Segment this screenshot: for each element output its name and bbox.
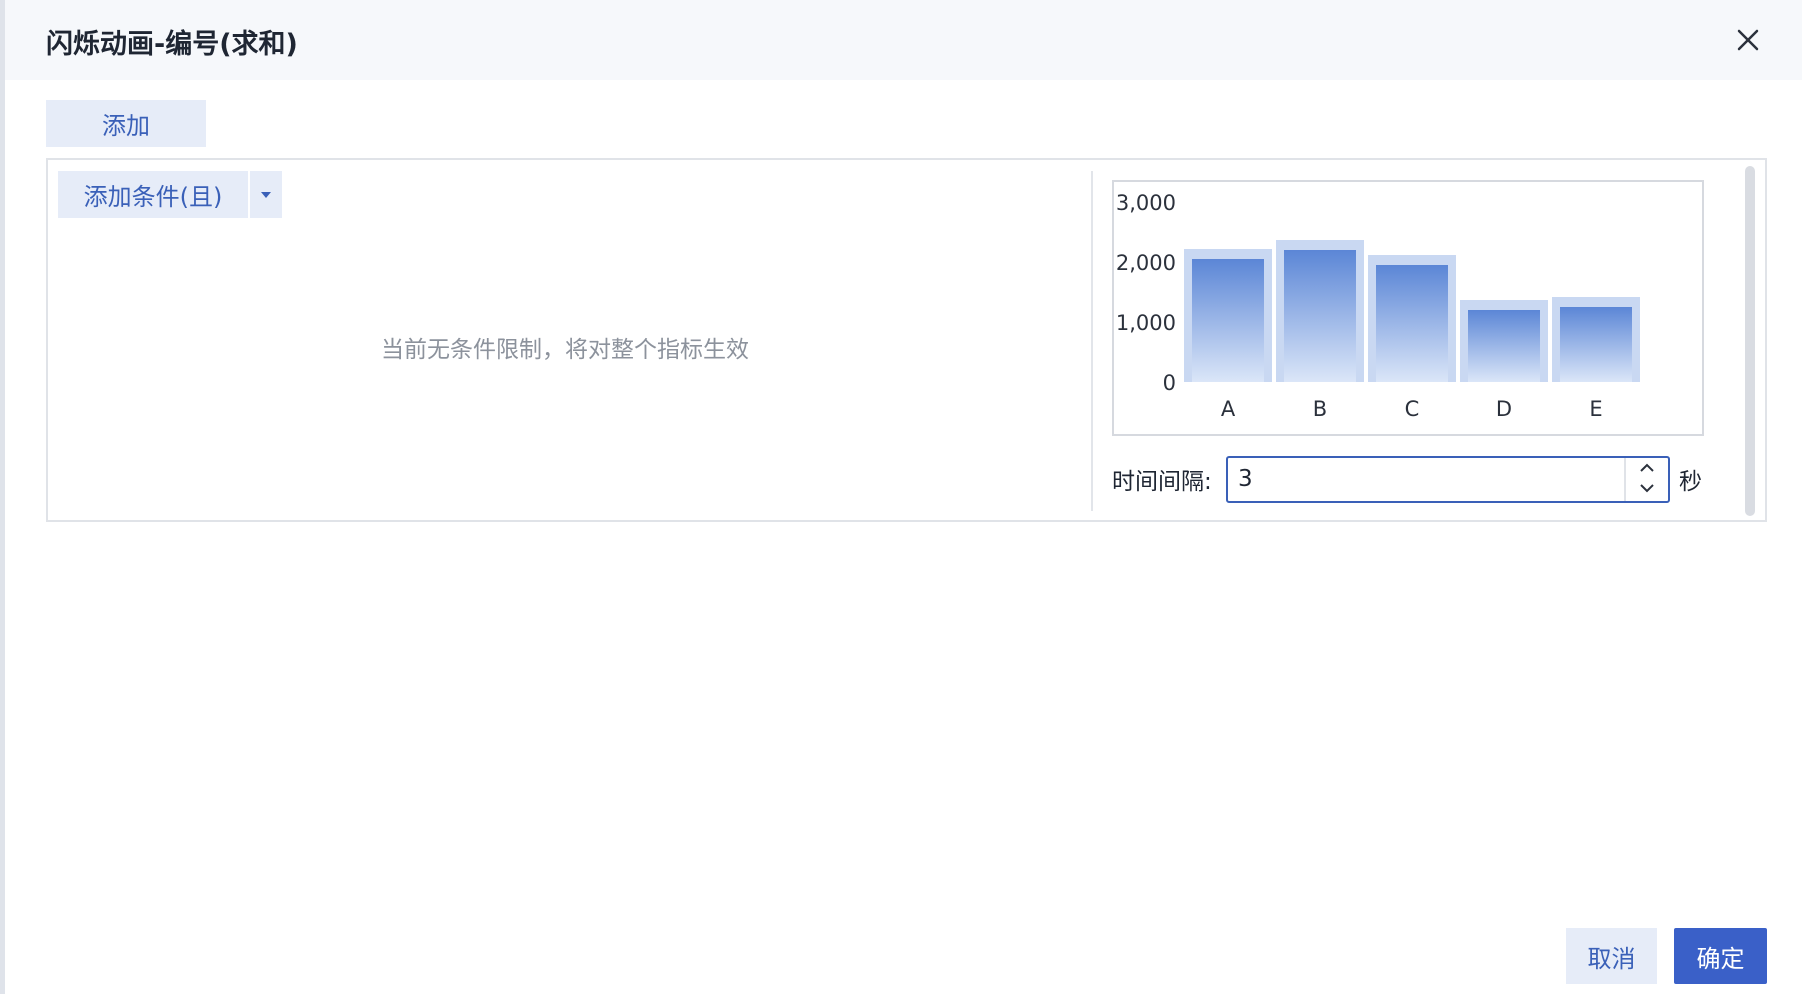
x-tick-label: D: [1496, 397, 1512, 421]
caret-down-icon: [261, 191, 271, 198]
bar-C: [1376, 265, 1448, 382]
close-icon[interactable]: [1730, 22, 1766, 58]
panel-divider: [1091, 171, 1093, 511]
y-tick-label: 3,000: [1116, 191, 1176, 215]
bar-D: [1468, 310, 1540, 382]
x-tick-label: C: [1405, 397, 1420, 421]
dialog-header: 闪烁动画-编号(求和): [5, 0, 1802, 80]
interval-unit: 秒: [1679, 469, 1702, 495]
add-button[interactable]: 添加: [46, 100, 206, 147]
y-tick-label: 2,000: [1116, 251, 1176, 275]
interval-input[interactable]: 3: [1226, 456, 1670, 503]
dialog-title: 闪烁动画-编号(求和): [46, 29, 298, 60]
preview-chart: 0 1,000 2,000 3,000 A B C D E: [1112, 180, 1704, 436]
chevron-down-icon[interactable]: [1638, 482, 1656, 494]
condition-panel: 添加条件(且) 当前无条件限制，将对整个指标生效 0 1,000 2,000 3,00…: [46, 158, 1767, 522]
x-tick-label: E: [1589, 397, 1602, 421]
panel-scrollbar[interactable]: [1745, 166, 1755, 516]
bar-chart: 0 1,000 2,000 3,000 A B C D E: [1116, 191, 1640, 421]
bar-B: [1284, 250, 1356, 382]
cancel-button[interactable]: 取消: [1566, 928, 1657, 984]
add-condition-button[interactable]: 添加条件(且): [58, 171, 248, 218]
bar-E: [1560, 307, 1632, 382]
chevron-up-icon[interactable]: [1638, 462, 1656, 474]
bar-A: [1192, 259, 1264, 382]
blink-animation-dialog: 闪烁动画-编号(求和) 添加 添加条件(且) 当前无条件限制，将对整个指标生效: [5, 0, 1802, 994]
confirm-button[interactable]: 确定: [1674, 928, 1767, 984]
y-tick-label: 0: [1163, 371, 1176, 395]
interval-label: 时间间隔:: [1112, 469, 1212, 495]
interval-stepper: [1624, 458, 1668, 501]
y-tick-label: 1,000: [1116, 311, 1176, 335]
empty-condition-message: 当前无条件限制，将对整个指标生效: [381, 337, 749, 363]
x-tick-label: A: [1221, 397, 1236, 421]
interval-value[interactable]: 3: [1238, 466, 1253, 492]
add-condition-dropdown[interactable]: [250, 171, 282, 218]
x-tick-label: B: [1313, 397, 1327, 421]
